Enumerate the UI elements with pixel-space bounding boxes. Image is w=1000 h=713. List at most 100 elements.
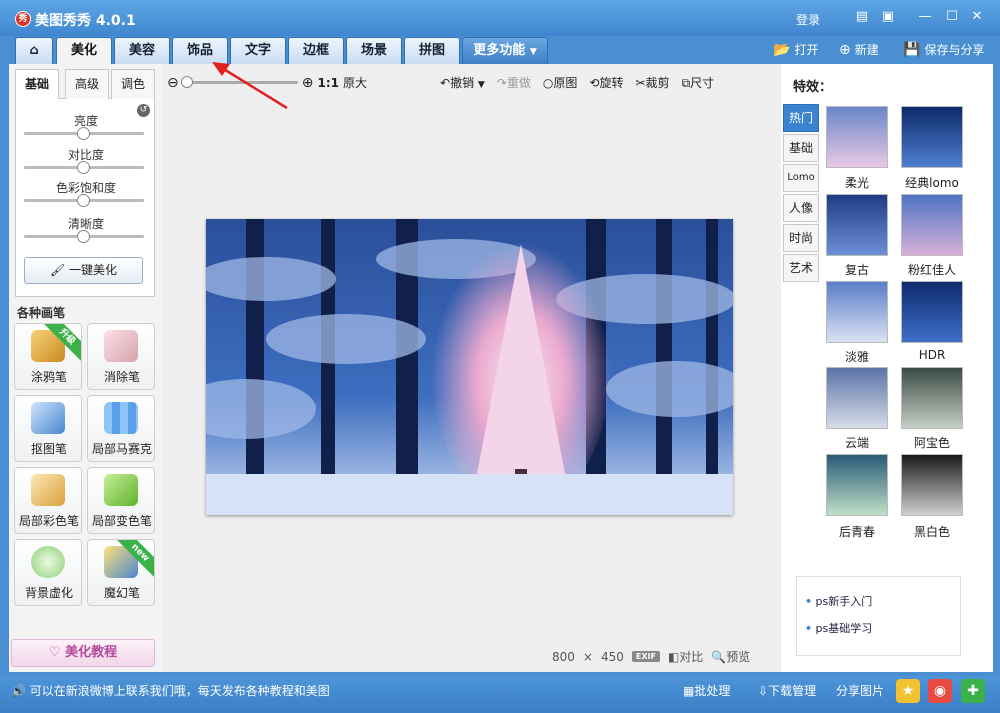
fx-thumb[interactable] <box>826 106 888 168</box>
cutout-brush-button[interactable]: 抠图笔 <box>14 395 82 462</box>
fx-tab-hot[interactable]: 热门 <box>783 104 819 132</box>
tip-link[interactable]: • ps新手入门 <box>805 593 872 609</box>
color-brush-button[interactable]: 局部彩色笔 <box>14 467 82 534</box>
magic-brush-button[interactable]: new 魔幻笔 <box>87 539 155 606</box>
save-share-button[interactable]: 💾 保存与分享 <box>903 41 984 58</box>
share-image-button[interactable]: 分享图片 <box>836 682 884 699</box>
main-tab-bar: ⌂ 美化 美容 饰品 文字 边框 场景 拼图 更多功能 ▼ 📂 打开 ⊕ 新建 💾 保… <box>0 36 1000 64</box>
brush-label: 局部变色笔 <box>91 514 152 528</box>
download-icon: ⇩ <box>758 684 769 698</box>
fx-thumb[interactable] <box>901 454 963 516</box>
open-label: 打开 <box>794 43 819 57</box>
maximize-button[interactable]: ☐ <box>943 9 961 25</box>
preview-button[interactable]: 🔍预览 <box>711 648 750 665</box>
fx-thumb[interactable] <box>901 106 963 168</box>
resize-button[interactable]: ⧉尺寸 <box>682 74 715 91</box>
image-height: 450 <box>600 649 624 664</box>
fx-tab-art[interactable]: 艺术 <box>783 254 819 282</box>
fx-thumb[interactable] <box>826 194 888 256</box>
beautify-tutorial-button[interactable]: ♡ 美化教程 <box>11 639 155 667</box>
slider-knob[interactable] <box>77 194 90 207</box>
feedback-icon[interactable]: ▤ <box>853 9 871 25</box>
batch-button[interactable]: ▦批处理 <box>683 682 730 699</box>
subtab-advanced[interactable]: 高级 <box>65 69 109 99</box>
tab-scene[interactable]: 场景 <box>346 37 402 64</box>
exif-button[interactable]: EXIF <box>631 651 660 662</box>
compare-button[interactable]: ◧对比 <box>668 648 703 665</box>
photo-canvas[interactable] <box>206 219 733 515</box>
effects-panel: 特效： 热门 基础 Lomo 人像 时尚 艺术 柔光 经典lomo 复古 粉红佳… <box>781 64 993 672</box>
fx-thumb[interactable] <box>826 454 888 516</box>
slider-knob[interactable] <box>77 127 90 140</box>
rotate-button[interactable]: ⟲旋转 <box>589 74 623 91</box>
star-icon[interactable]: ★ <box>896 679 920 703</box>
brush-label: 涂鸦笔 <box>30 370 67 384</box>
background-blur-button[interactable]: 背景虚化 <box>14 539 82 606</box>
subtab-basic[interactable]: 基础 <box>15 69 59 99</box>
zoom-knob[interactable] <box>180 76 193 88</box>
fx-thumb[interactable] <box>826 367 888 429</box>
home-tab[interactable]: ⌂ <box>15 37 53 64</box>
login-link[interactable]: 登录 <box>796 11 820 28</box>
original-image-button[interactable]: ○原图 <box>543 74 578 91</box>
contrast-slider[interactable] <box>24 161 144 174</box>
tab-more-label: 更多功能 <box>473 43 526 58</box>
eraser-brush-button[interactable]: 消除笔 <box>87 323 155 390</box>
fx-tab-lomo[interactable]: Lomo <box>783 164 819 192</box>
tab-frame[interactable]: 边框 <box>288 37 344 64</box>
fx-thumb[interactable] <box>901 194 963 256</box>
tab-face[interactable]: 美容 <box>114 37 170 64</box>
tab-collage[interactable]: 拼图 <box>404 37 460 64</box>
scissors-icon: ✂ <box>635 76 646 90</box>
tab-accessories[interactable]: 饰品 <box>172 37 228 64</box>
download-manager-button[interactable]: ⇩下载管理 <box>758 682 816 699</box>
blur-icon <box>31 546 65 578</box>
open-button[interactable]: 📂 打开 <box>773 41 818 58</box>
menu-icon[interactable]: ▣ <box>879 9 897 25</box>
add-icon[interactable]: ✚ <box>961 679 985 703</box>
tutorial-label: 美化教程 <box>65 645 118 660</box>
weibo-icon[interactable]: ◉ <box>928 679 952 703</box>
zoom-out-icon[interactable]: ⊖ <box>167 75 179 91</box>
tab-more-features[interactable]: 更多功能 ▼ <box>462 37 548 64</box>
slider-knob[interactable] <box>77 230 90 243</box>
crop-button[interactable]: ✂裁剪 <box>635 74 669 91</box>
zoom-in-icon[interactable]: ⊕ <box>302 75 314 91</box>
close-button[interactable]: ✕ <box>968 9 986 25</box>
brightness-slider[interactable] <box>24 127 144 140</box>
news-ticker[interactable]: 🔊 可以在新浪微博上联系我们哦，每天发布各种教程和美图 <box>11 682 330 699</box>
saturation-slider[interactable] <box>24 194 144 207</box>
fx-thumb[interactable] <box>901 281 963 343</box>
sharpness-slider[interactable] <box>24 230 144 243</box>
fx-thumb[interactable] <box>901 367 963 429</box>
minimize-button[interactable]: — <box>916 9 934 25</box>
doodle-brush-button[interactable]: 升级 涂鸦笔 <box>14 323 82 390</box>
adjust-subtabs: 基础 高级 调色 <box>15 69 155 99</box>
fx-tab-fashion[interactable]: 时尚 <box>783 224 819 252</box>
one-key-label: 一键美化 <box>69 263 118 277</box>
one-key-beautify-button[interactable]: 🖌 一键美化 <box>24 257 143 284</box>
recolor-brush-button[interactable]: 局部变色笔 <box>87 467 155 534</box>
fx-label: 淡雅 <box>844 350 869 364</box>
fx-tab-portrait[interactable]: 人像 <box>783 194 819 222</box>
canvas-status: 800 × 450 EXIF ◧对比 🔍预览 <box>552 648 750 665</box>
new-label: 新建 <box>854 43 879 57</box>
fx-thumb[interactable] <box>826 281 888 343</box>
zoom-slider[interactable] <box>180 76 298 88</box>
original-size-button[interactable]: 原大 <box>343 74 367 91</box>
tab-text[interactable]: 文字 <box>230 37 286 64</box>
fx-tab-basic[interactable]: 基础 <box>783 134 819 162</box>
tip-link[interactable]: • ps基础学习 <box>805 620 872 636</box>
new-button[interactable]: ⊕ 新建 <box>839 41 879 58</box>
basic-adjust-box: ↺ 亮度 对比度 色彩饱和度 清晰度 🖌 一键美化 <box>15 99 155 297</box>
slider-knob[interactable] <box>77 161 90 174</box>
undo-button[interactable]: ↶撤销 ▼ <box>440 74 485 91</box>
redo-button[interactable]: ↷重做 <box>497 74 531 91</box>
brush-label: 背景虚化 <box>24 586 73 600</box>
zoom-ratio[interactable]: 1:1 <box>317 76 339 90</box>
tab-beautify[interactable]: 美化 <box>56 37 112 64</box>
zoom-control: ⊖ ⊕ 1:1 原大 <box>167 74 367 91</box>
undo-dropdown-icon[interactable]: ▼ <box>478 80 485 90</box>
mosaic-brush-button[interactable]: 局部马赛克 <box>87 395 155 462</box>
subtab-color[interactable]: 调色 <box>111 69 155 99</box>
